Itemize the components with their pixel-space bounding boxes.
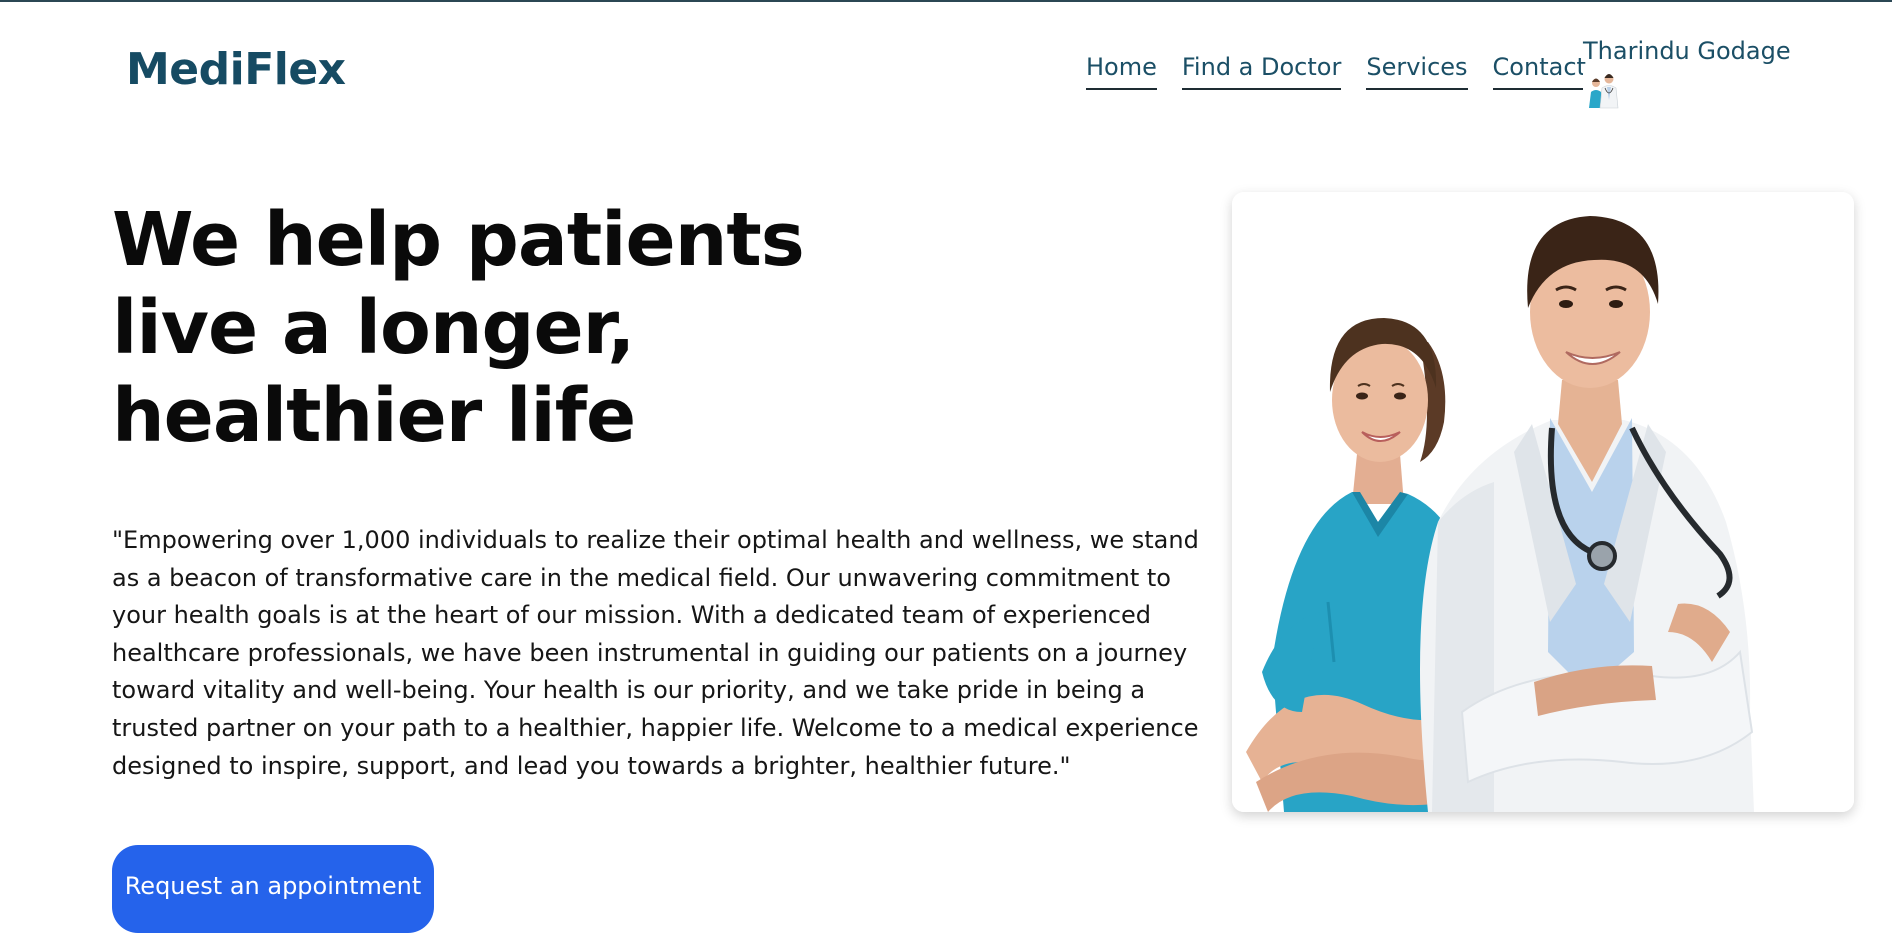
hero-description-line: toward vitality and well-being. Your hea…: [112, 676, 1146, 705]
hero-title-line: We help patients: [112, 197, 805, 283]
hero-description-line: healthcare professionals, we have been i…: [112, 638, 1188, 667]
hero-description-line: trusted partner on your path to a health…: [112, 713, 1199, 742]
nav-link-services[interactable]: Services: [1366, 54, 1468, 91]
user-menu[interactable]: Tharindu Godage: [1583, 37, 1791, 110]
doctors-avatar-icon[interactable]: [1583, 69, 1623, 110]
hero-image-card: [1232, 192, 1854, 812]
main-nav: Home Find a Doctor Services Contact: [1086, 54, 1586, 91]
hero-title-line: live a longer,: [112, 285, 635, 371]
request-appointment-button[interactable]: Request an appointment: [112, 845, 434, 933]
nav-link-home[interactable]: Home: [1086, 54, 1157, 91]
hero-title-line: healthier life: [112, 373, 636, 459]
hero-title: We help patients live a longer, healthie…: [112, 196, 832, 460]
user-name: Tharindu Godage: [1583, 37, 1791, 65]
hero-description-line: "Empowering over 1,000 individuals to re…: [112, 526, 1199, 554]
nav-link-find-a-doctor[interactable]: Find a Doctor: [1181, 54, 1342, 91]
hero-description-line: designed to inspire, support, and lead y…: [112, 751, 1071, 780]
hero-description: "Empowering over 1,000 individuals to re…: [112, 522, 1199, 785]
site-header: MediFlex Home Find a Doctor Services Con…: [0, 0, 1892, 130]
nav-link-contact[interactable]: Contact: [1492, 54, 1586, 91]
hero-description-line: your health goals is at the heart of our…: [112, 601, 1152, 630]
brand-logo[interactable]: MediFlex: [126, 44, 346, 95]
doctor-and-nurse-photo: [1232, 192, 1854, 812]
hero-description-line: as a beacon of transformative care in th…: [112, 563, 1171, 592]
